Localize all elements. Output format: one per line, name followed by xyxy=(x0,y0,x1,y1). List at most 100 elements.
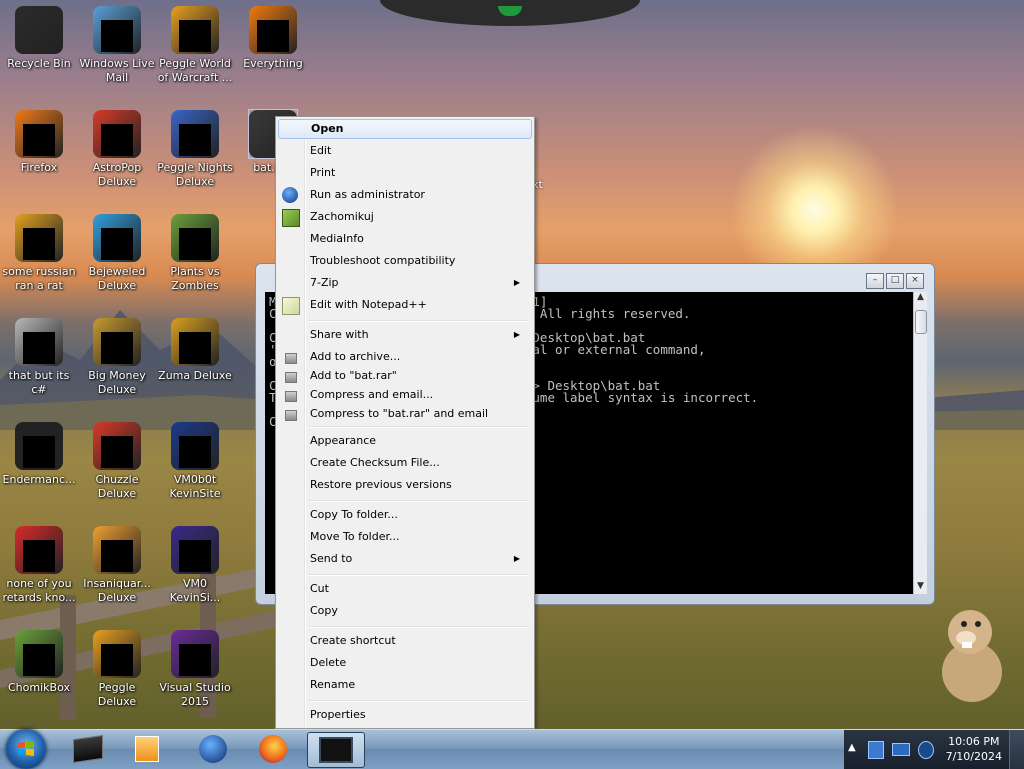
desktop-icon[interactable]: ChomikBox xyxy=(1,630,77,695)
desktop-icon[interactable]: Zuma Deluxe xyxy=(157,318,233,383)
desktop-icon[interactable]: that but its c# xyxy=(1,318,77,397)
desktop-icon[interactable]: VM0 KevinSi... xyxy=(157,526,233,605)
display-icon[interactable] xyxy=(892,743,910,756)
desktop-icon[interactable]: Insaniquar... Deluxe xyxy=(79,526,155,605)
firefox-icon xyxy=(259,735,287,763)
menu-item-cut[interactable]: Cut xyxy=(278,579,530,599)
menu-item-open[interactable]: Open xyxy=(278,119,532,139)
menu-item-add-to-archive[interactable]: Add to archive... xyxy=(278,347,530,367)
menu-item-label: Cut xyxy=(310,582,329,595)
chomikbox-icon xyxy=(15,630,63,678)
menu-item-copy[interactable]: Copy xyxy=(278,601,530,621)
scroll-down-icon[interactable]: ▼ xyxy=(914,581,927,594)
groundhog-gadget-icon xyxy=(942,610,1002,702)
desktop-icon[interactable]: Chuzzle Deluxe xyxy=(79,422,155,501)
winrar-icon xyxy=(285,372,297,383)
desktop-icon[interactable]: Plants vs Zombies xyxy=(157,214,233,293)
menu-item-properties[interactable]: Properties xyxy=(278,705,530,725)
menu-item-copy-to-folder[interactable]: Copy To folder... xyxy=(278,505,530,525)
clock[interactable]: 10:06 PM 7/10/2024 xyxy=(946,734,1002,764)
desktop-icon-label: Peggle Nights Deluxe xyxy=(157,161,233,188)
visual-studio-icon xyxy=(171,630,219,678)
show-desktop-button[interactable] xyxy=(1009,730,1024,769)
menu-item-label: MediaInfo xyxy=(310,232,364,245)
menu-item-edit-with-notepad[interactable]: Edit with Notepad++ xyxy=(278,295,530,315)
submenu-arrow-icon: ▶ xyxy=(513,278,520,287)
menu-item-run-as-administrator[interactable]: Run as administrator xyxy=(278,185,530,205)
desktop-icon[interactable]: VM0b0t KevinSite xyxy=(157,422,233,501)
menu-item-zachomikuj[interactable]: Zachomikuj xyxy=(278,207,530,227)
menu-separator xyxy=(308,574,528,576)
menu-item-compress-and-email[interactable]: Compress and email... xyxy=(278,385,530,405)
menu-separator xyxy=(308,626,528,628)
system-tray: ▲ 10:06 PM 7/10/2024 xyxy=(844,730,1024,769)
astropop-icon xyxy=(93,110,141,158)
redaction-box xyxy=(101,332,133,364)
desktop-icon[interactable]: Peggle Deluxe xyxy=(79,630,155,709)
cmd-icon xyxy=(73,734,103,764)
desktop-icon[interactable]: Peggle World of Warcraft ... xyxy=(157,6,233,85)
minimize-button[interactable]: – xyxy=(866,273,884,289)
start-button[interactable] xyxy=(6,729,46,769)
everything-icon xyxy=(249,6,297,54)
desktop-icon[interactable]: Big Money Deluxe xyxy=(79,318,155,397)
desktop-icon[interactable]: AstroPop Deluxe xyxy=(79,110,155,189)
redaction-box xyxy=(179,228,211,260)
taskbar-button[interactable] xyxy=(185,732,241,766)
menu-item-move-to-folder[interactable]: Move To folder... xyxy=(278,527,530,547)
desktop-icon-label: none of you retards kno... xyxy=(2,577,76,604)
maximize-button[interactable]: □ xyxy=(886,273,904,289)
desktop-icon[interactable]: Everything xyxy=(235,6,311,71)
menu-item-7-zip[interactable]: 7-Zip ▶ xyxy=(278,273,530,293)
scroll-thumb[interactable] xyxy=(915,310,927,334)
menu-item-appearance[interactable]: Appearance xyxy=(278,431,530,451)
taskbar-button[interactable] xyxy=(307,732,365,768)
taskbar-button[interactable] xyxy=(245,732,301,766)
chuzzle-icon xyxy=(93,422,141,470)
taskbar-button[interactable] xyxy=(60,732,116,766)
peggle-nights-icon xyxy=(171,110,219,158)
desktop-icon[interactable]: Visual Studio 2015 xyxy=(157,630,233,709)
menu-item-label: Edit with Notepad++ xyxy=(310,298,427,311)
menu-item-label: Delete xyxy=(310,656,347,669)
menu-item-edit[interactable]: Edit xyxy=(278,141,530,161)
desktop-icon-label: Big Money Deluxe xyxy=(88,369,146,396)
redaction-box xyxy=(179,20,211,52)
close-button[interactable]: × xyxy=(906,273,924,289)
desktop-icon[interactable]: Recycle Bin xyxy=(1,6,77,71)
menu-item-create-shortcut[interactable]: Create shortcut xyxy=(278,631,530,651)
menu-item-delete[interactable]: Delete xyxy=(278,653,530,673)
menu-item-mediainfo[interactable]: MediaInfo xyxy=(278,229,530,249)
menu-item-print[interactable]: Print xyxy=(278,163,530,183)
desktop-icon-label: Zuma Deluxe xyxy=(158,369,232,382)
menu-item-add-to-bat-rar[interactable]: Add to "bat.rar" xyxy=(278,366,530,386)
firefox-icon xyxy=(15,110,63,158)
desktop-icon[interactable]: Peggle Nights Deluxe xyxy=(157,110,233,189)
redaction-box xyxy=(101,124,133,156)
menu-item-compress-to-bat-rar-and-email[interactable]: Compress to "bat.rar" and email xyxy=(278,404,530,424)
winrar-icon xyxy=(285,391,297,402)
chomikbox-icon xyxy=(282,209,300,227)
desktop-icon[interactable]: Endermanc... xyxy=(1,422,77,487)
menu-item-send-to[interactable]: Send to ▶ xyxy=(278,549,530,569)
network-icon[interactable] xyxy=(868,741,884,759)
desktop-icon-label: VM0b0t KevinSite xyxy=(169,473,221,500)
menu-item-restore-previous-versions[interactable]: Restore previous versions xyxy=(278,475,530,495)
menu-item-rename[interactable]: Rename xyxy=(278,675,530,695)
menu-item-troubleshoot-compatibility[interactable]: Troubleshoot compatibility xyxy=(278,251,530,271)
desktop-icon[interactable]: some russian ran a rat xyxy=(1,214,77,293)
scroll-up-icon[interactable]: ▲ xyxy=(914,292,927,305)
redaction-box xyxy=(23,124,55,156)
menu-item-share-with[interactable]: Share with ▶ xyxy=(278,325,530,345)
console-scrollbar[interactable]: ▲ ▼ xyxy=(913,292,927,594)
taskbar-button[interactable] xyxy=(119,732,175,766)
menu-item-label: Zachomikuj xyxy=(310,210,374,223)
console-window-icon xyxy=(319,737,353,763)
desktop-icon[interactable]: Windows Live Mail xyxy=(79,6,155,85)
desktop-icon[interactable]: Bejeweled Deluxe xyxy=(79,214,155,293)
menu-item-create-checksum-file[interactable]: Create Checksum File... xyxy=(278,453,530,473)
volume-icon[interactable] xyxy=(918,741,934,759)
desktop-icon[interactable]: none of you retards kno... xyxy=(1,526,77,605)
tray-expand-icon[interactable]: ▲ xyxy=(848,742,856,753)
desktop-icon[interactable]: Firefox xyxy=(1,110,77,175)
